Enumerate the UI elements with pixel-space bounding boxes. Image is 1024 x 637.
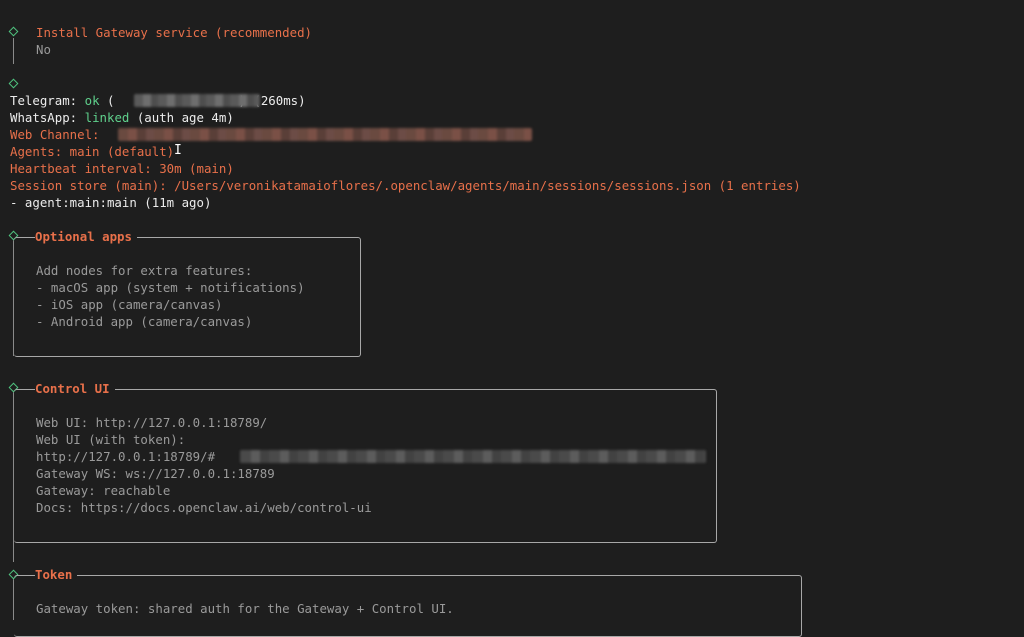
whatsapp-status-line: WhatsApp: linked (auth age 4m) xyxy=(10,109,234,126)
step-diamond-icon xyxy=(8,78,19,89)
optional-apps-title: Optional apps xyxy=(35,228,137,245)
tree-rail xyxy=(13,38,14,64)
token-title: Token xyxy=(35,566,78,583)
control-ui-docs-line: Docs: https://docs.openclaw.ai/web/contr… xyxy=(36,500,372,515)
telegram-open: ( xyxy=(99,93,115,108)
telegram-status: ok xyxy=(84,93,100,108)
whatsapp-status: linked xyxy=(84,110,130,125)
optional-apps-line: - Android app (camera/canvas) xyxy=(36,314,253,329)
control-ui-line: Gateway WS: ws://127.0.0.1:18789 xyxy=(36,466,275,481)
agent-line: - agent:main:main (11m ago) xyxy=(10,195,212,210)
control-ui-line: Gateway: reachable xyxy=(36,483,171,498)
telegram-label: Telegram: xyxy=(10,93,85,108)
redacted-telegram-id xyxy=(134,94,260,107)
agents-line: Agents: main (default) xyxy=(10,144,175,159)
token-line: Gateway token: shared auth for the Gatew… xyxy=(36,601,454,616)
optional-apps-line: - macOS app (system + notifications) xyxy=(36,280,305,295)
web-channel-line: Web Channel: xyxy=(10,127,100,142)
control-ui-tokenized-url: http://127.0.0.1:18789/# xyxy=(36,449,216,464)
control-ui-line: Web UI: http://127.0.0.1:18789/ xyxy=(36,415,268,430)
step-diamond-icon xyxy=(8,26,19,37)
whatsapp-detail: (auth age 4m) xyxy=(129,110,234,125)
redacted-web-channel xyxy=(118,128,532,141)
text-cursor-icon: I xyxy=(174,143,182,158)
control-ui-title: Control UI xyxy=(35,380,115,397)
redacted-token xyxy=(240,450,706,463)
whatsapp-label: WhatsApp: xyxy=(10,110,85,125)
optional-apps-line: Add nodes for extra features: xyxy=(36,263,253,278)
install-gateway-value: No xyxy=(36,42,51,57)
control-ui-line: Web UI (with token): xyxy=(36,432,186,447)
install-gateway-title: Install Gateway service (recommended) xyxy=(36,25,313,40)
session-store-line: Session store (main): /Users/veronikatam… xyxy=(10,178,801,193)
heartbeat-line: Heartbeat interval: 30m (main) xyxy=(10,161,234,176)
optional-apps-line: - iOS app (camera/canvas) xyxy=(36,297,223,312)
